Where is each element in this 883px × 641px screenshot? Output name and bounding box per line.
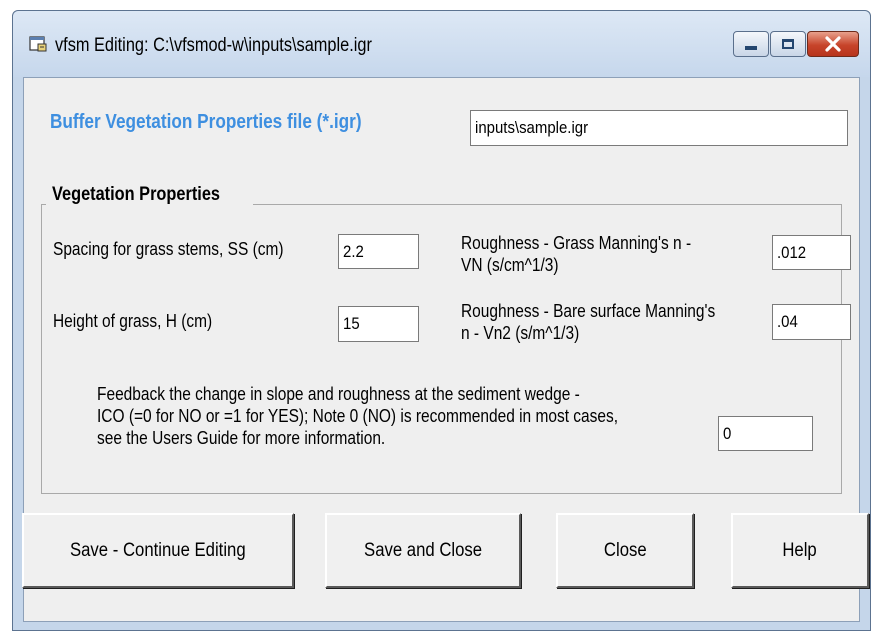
close-icon: [825, 36, 841, 52]
app-icon: [29, 36, 47, 52]
feedback-ico-input[interactable]: 0: [718, 416, 813, 451]
spacing-input[interactable]: 2.2: [338, 234, 419, 269]
dialog-body: Buffer Vegetation Properties file (*.igr…: [22, 77, 869, 622]
roughness-bare-input[interactable]: .04: [772, 304, 851, 340]
close-window-button[interactable]: [807, 31, 859, 57]
file-path-input[interactable]: inputs\sample.igr: [470, 110, 848, 146]
minimize-icon: [745, 46, 757, 50]
save-continue-button[interactable]: Save - Continue Editing: [22, 513, 294, 588]
file-path-value: inputs\sample.igr: [475, 118, 589, 137]
dialog-window: vfsm Editing: C:\vfsmod-w\inputs\sample.…: [12, 10, 871, 631]
feedback-label: Feedback the change in slope and roughne…: [97, 384, 619, 448]
height-label: Height of grass, H (cm): [53, 311, 213, 331]
height-input[interactable]: 15: [338, 306, 419, 342]
save-close-button[interactable]: Save and Close: [325, 513, 521, 588]
roughness-grass-input[interactable]: .012: [772, 235, 851, 270]
roughness-bare-label: Roughness - Bare surface Manning's n - V…: [461, 301, 716, 343]
vegetation-group-title: Vegetation Properties: [46, 184, 254, 206]
file-label: Buffer Vegetation Properties file (*.igr…: [50, 111, 362, 133]
help-button[interactable]: Help: [731, 513, 869, 588]
window-title: vfsm Editing: C:\vfsmod-w\inputs\sample.…: [55, 35, 372, 56]
close-button[interactable]: Close: [556, 513, 694, 588]
title-bar[interactable]: vfsm Editing: C:\vfsmod-w\inputs\sample.…: [13, 11, 870, 77]
minimize-button[interactable]: [733, 31, 769, 57]
maximize-icon: [782, 39, 794, 49]
maximize-button[interactable]: [770, 31, 806, 57]
roughness-grass-label: Roughness - Grass Manning's n - VN (s/cm…: [461, 233, 692, 275]
spacing-label: Spacing for grass stems, SS (cm): [53, 239, 284, 259]
